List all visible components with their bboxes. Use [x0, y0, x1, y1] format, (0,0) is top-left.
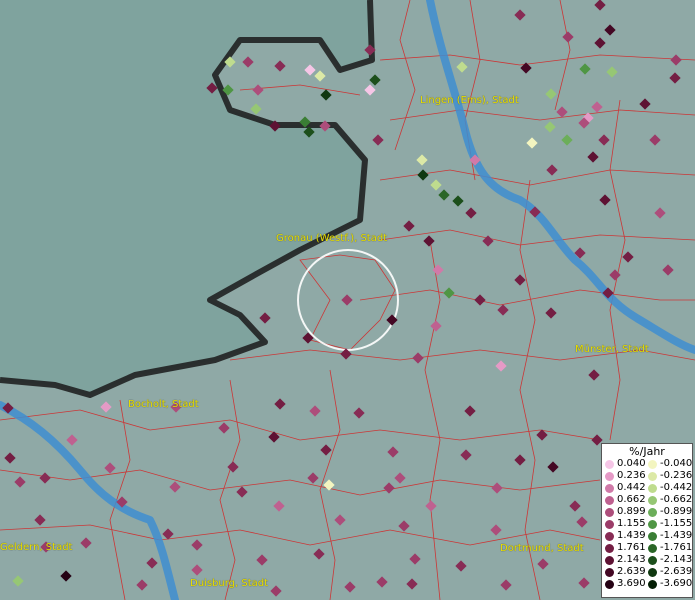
legend-entry: -3.690 [648, 578, 692, 590]
legend-entry: -1.439 [648, 530, 692, 542]
legend-entry: -1.761 [648, 542, 692, 554]
legend-entry: -0.442 [648, 482, 692, 494]
city-label-lingen: Lingen (Ems), Stadt [420, 95, 519, 106]
city-label-duisburg: Duisburg, Stadt [190, 578, 269, 589]
legend-swatch [648, 567, 657, 577]
legend-entry: 0.662 [605, 494, 648, 506]
legend-swatch [605, 483, 614, 493]
legend-entry: 1.439 [605, 530, 648, 542]
legend-swatch [648, 483, 657, 493]
city-label-gronau: Gronau (Westf.), Stadt [276, 233, 388, 244]
legend-swatch [605, 567, 614, 577]
legend-entry: 0.442 [605, 482, 648, 494]
city-label-bocholt: Bocholt, Stadt [128, 399, 199, 410]
legend-swatch [605, 519, 614, 529]
legend-swatch [605, 459, 614, 469]
legend-entry: 1.155 [605, 518, 648, 530]
legend-swatch [648, 579, 657, 589]
legend-entry: 3.690 [605, 578, 648, 590]
legend-entry: -0.040 [648, 458, 692, 470]
legend-entry: -0.899 [648, 506, 692, 518]
legend-positive-column: 0.040 0.236 0.442 0.662 0.899 1.155 1.43… [605, 458, 648, 590]
map-canvas [0, 0, 695, 600]
legend-swatch [605, 507, 614, 517]
city-label-geldern: Geldern, Stadt [0, 542, 73, 553]
legend-negative-column: -0.040 -0.236 -0.442 -0.662 -0.899 -1.15… [648, 458, 692, 590]
map-view[interactable]: Lingen (Ems), Stadt Gronau (Westf.), Sta… [0, 0, 695, 600]
legend-swatch [605, 543, 614, 553]
legend-entry: 2.143 [605, 554, 648, 566]
legend-swatch [605, 495, 614, 505]
legend-entry: -2.143 [648, 554, 692, 566]
legend-entry: -0.236 [648, 470, 692, 482]
legend-swatch [648, 543, 657, 553]
map-legend: %/Jahr 0.040 0.236 0.442 0.662 0.899 1.1… [601, 443, 693, 598]
legend-swatch [605, 555, 614, 565]
legend-entry: 2.639 [605, 566, 648, 578]
legend-entry: 0.899 [605, 506, 648, 518]
legend-swatch [648, 531, 657, 541]
legend-swatch [648, 471, 657, 481]
legend-swatch [605, 579, 614, 589]
legend-swatch [605, 531, 614, 541]
legend-entry: -1.155 [648, 518, 692, 530]
legend-entry: -0.662 [648, 494, 692, 506]
city-label-dortmund: Dortmund, Stadt [500, 543, 584, 554]
legend-entry: 1.761 [605, 542, 648, 554]
city-label-muenster: Münster, Stadt [575, 344, 649, 355]
legend-swatch [648, 459, 657, 469]
legend-entry: 0.040 [605, 458, 648, 470]
legend-swatch [605, 471, 614, 481]
legend-entry: -2.639 [648, 566, 692, 578]
legend-entry: 0.236 [605, 470, 648, 482]
legend-title: %/Jahr [629, 445, 665, 458]
legend-swatch [648, 507, 657, 517]
legend-swatch [648, 519, 657, 529]
legend-swatch [648, 555, 657, 565]
legend-swatch [648, 495, 657, 505]
